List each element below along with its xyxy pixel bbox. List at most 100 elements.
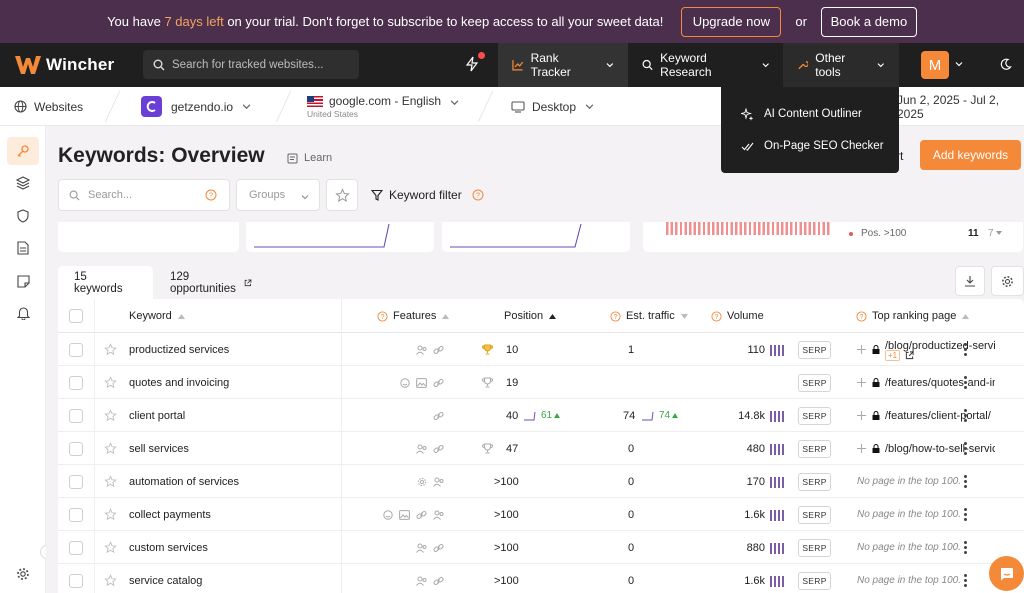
nav-keyword-research[interactable]: Keyword Research — [628, 43, 783, 87]
nav-rank-tracker[interactable]: Rank Tracker — [498, 43, 628, 87]
row-checkbox[interactable] — [69, 432, 83, 465]
serp-button[interactable]: SERP — [798, 366, 831, 399]
favorite-star-icon[interactable] — [104, 333, 117, 366]
ranking-page-url[interactable]: /features/quotes-and-inv — [885, 366, 995, 399]
search-engine-selector[interactable]: google.com - English United States — [307, 87, 459, 126]
favorites-filter-button[interactable] — [326, 179, 358, 211]
header-position[interactable]: Position — [504, 299, 557, 333]
keyword-text[interactable]: collect payments — [129, 498, 211, 531]
tab-opportunities[interactable]: 129 opportunities — [154, 266, 268, 299]
serp-button[interactable]: SERP — [798, 432, 831, 465]
row-menu-icon[interactable] — [964, 409, 968, 424]
keyword-filter-button[interactable]: Keyword filter ? — [371, 188, 490, 202]
sidebar-item-notes[interactable] — [13, 271, 33, 291]
row-menu-icon[interactable] — [964, 343, 968, 358]
table-row[interactable]: service catalog >100 0 1.6k SERP No page in t… — [58, 564, 1024, 593]
serp-button[interactable]: SERP — [798, 498, 831, 531]
sidebar-item-alerts[interactable] — [13, 303, 33, 323]
serp-button[interactable]: SERP — [798, 564, 831, 593]
chat-support-button[interactable] — [989, 556, 1024, 591]
header-top-ranking-page[interactable]: ? Top ranking page — [856, 299, 970, 333]
table-row[interactable]: sell services 47 0 480 SERP/blog/how-to-sell… — [58, 432, 1024, 465]
chevron-down-icon[interactable] — [955, 60, 963, 68]
row-menu-icon[interactable] — [964, 541, 968, 556]
row-checkbox[interactable] — [69, 333, 83, 366]
serp-button[interactable]: SERP — [798, 465, 831, 498]
table-settings-button[interactable] — [991, 266, 1024, 296]
row-checkbox[interactable] — [69, 465, 83, 498]
groups-select[interactable]: Groups — [236, 179, 320, 211]
add-keywords-button[interactable]: Add keywords — [920, 140, 1021, 170]
logo[interactable]: Wincher — [14, 53, 114, 77]
date-range-picker[interactable]: Jun 2, 2025 - Jul 2, 2025 — [897, 87, 1024, 126]
keyword-text[interactable]: service catalog — [129, 564, 202, 593]
sidebar-item-reports[interactable] — [13, 238, 33, 258]
select-all-checkbox[interactable] — [69, 299, 83, 333]
help-icon[interactable]: ? — [472, 189, 484, 201]
ranking-page-url[interactable]: /features/client-portal/ — [885, 399, 995, 432]
sidebar-item-keywords[interactable] — [7, 137, 39, 165]
notifications-button[interactable] — [464, 52, 485, 72]
row-menu-icon[interactable] — [964, 376, 968, 391]
book-demo-button[interactable]: Book a demo — [820, 6, 917, 37]
keyword-text[interactable]: quotes and invoicing — [129, 366, 229, 399]
serp-button[interactable]: SERP — [798, 333, 831, 366]
row-menu-icon[interactable] — [964, 475, 968, 490]
sidebar-item-competitors[interactable] — [13, 206, 33, 226]
favorite-star-icon[interactable] — [104, 465, 117, 498]
menu-item-ai-content-outliner[interactable]: AI Content Outliner — [741, 104, 862, 124]
table-row[interactable]: collect payments >100 0 1.6k SERP No page in … — [58, 498, 1024, 531]
download-button[interactable] — [955, 266, 985, 296]
plus-icon[interactable] — [857, 399, 866, 432]
dark-mode-icon[interactable] — [999, 58, 1012, 71]
header-features[interactable]: ? Features — [377, 299, 450, 333]
keyword-search-input[interactable]: Search... ? — [58, 179, 230, 211]
table-row[interactable]: custom services >100 0 880 SERP No page in th… — [58, 531, 1024, 564]
tab-keywords[interactable]: 15 keywords — [58, 266, 153, 299]
help-icon[interactable]: ? — [205, 189, 217, 201]
keyword-text[interactable]: productized services — [129, 333, 229, 366]
learn-link[interactable]: Learn — [287, 152, 332, 164]
table-row[interactable]: automation of services >100 0 170 SERP No pag… — [58, 465, 1024, 498]
sidebar-item-layers[interactable] — [13, 173, 33, 193]
nav-other-tools[interactable]: Other tools — [783, 43, 899, 87]
plus-icon[interactable] — [857, 366, 866, 399]
row-checkbox[interactable] — [69, 531, 83, 564]
keyword-text[interactable]: custom services — [129, 531, 208, 564]
table-row[interactable]: quotes and invoicing 19 SERP/features/quot… — [58, 366, 1024, 399]
row-menu-icon[interactable] — [964, 442, 968, 457]
websites-link[interactable]: Websites — [14, 87, 83, 126]
header-volume[interactable]: ? Volume — [711, 299, 764, 333]
favorite-star-icon[interactable] — [104, 498, 117, 531]
sidebar-item-settings[interactable] — [13, 564, 33, 584]
favorite-star-icon[interactable] — [104, 564, 117, 593]
header-est-traffic[interactable]: ? Est. traffic — [610, 299, 688, 333]
favorite-star-icon[interactable] — [104, 432, 117, 465]
serp-button[interactable]: SERP — [798, 531, 831, 564]
serp-button[interactable]: SERP — [798, 399, 831, 432]
plus-icon[interactable] — [857, 432, 866, 465]
menu-item-on-page-seo-checker[interactable]: On-Page SEO Checker — [741, 136, 884, 156]
upgrade-now-button[interactable]: Upgrade now — [681, 6, 782, 37]
keyword-text[interactable]: sell services — [129, 432, 189, 465]
plus-icon[interactable] — [857, 333, 866, 366]
row-menu-icon[interactable] — [964, 508, 968, 523]
keyword-text[interactable]: automation of services — [129, 465, 239, 498]
avatar[interactable]: M — [921, 51, 949, 79]
favorite-star-icon[interactable] — [104, 399, 117, 432]
table-row[interactable]: productized services 10 1 110 SERP/blog/prod… — [58, 333, 1024, 366]
website-search-input[interactable]: Search for tracked websites... — [143, 50, 359, 79]
row-checkbox[interactable] — [69, 498, 83, 531]
table-row[interactable]: client portal 40 61 74 74 14.8k SERP/features/… — [58, 399, 1024, 432]
website-selector[interactable]: getzendo.io — [141, 87, 251, 126]
header-keyword[interactable]: Keyword — [129, 299, 185, 333]
row-menu-icon[interactable] — [964, 574, 968, 589]
row-checkbox[interactable] — [69, 564, 83, 593]
keyword-text[interactable]: client portal — [129, 399, 185, 432]
favorite-star-icon[interactable] — [104, 531, 117, 564]
row-checkbox[interactable] — [69, 399, 83, 432]
ranking-page-url[interactable]: /blog/how-to-sell-service — [885, 432, 995, 465]
row-checkbox[interactable] — [69, 366, 83, 399]
favorite-star-icon[interactable] — [104, 366, 117, 399]
device-selector[interactable]: Desktop — [511, 87, 594, 126]
